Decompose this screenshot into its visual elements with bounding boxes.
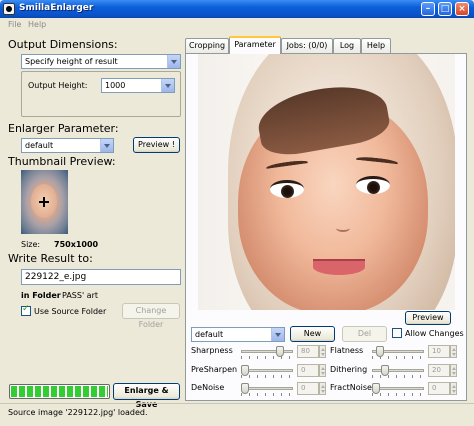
enlarger-preset-value: default: [25, 141, 54, 150]
flatness-label: Flatness: [330, 346, 364, 355]
size-label: Size:: [21, 240, 41, 249]
chevron-down-icon: [271, 328, 284, 341]
tab-cropping[interactable]: Cropping: [185, 38, 229, 53]
panel-preset-value: default: [195, 330, 224, 339]
fractnoise-slider-ticks: [372, 393, 424, 396]
chevron-down-icon: [100, 139, 113, 152]
sharpness-spin-arrows-icon[interactable]: [319, 345, 326, 358]
tab-help[interactable]: Help: [361, 38, 391, 53]
panel-preset-select[interactable]: default: [191, 327, 285, 342]
menu-help[interactable]: Help: [28, 20, 46, 29]
progress-fill: [11, 386, 108, 397]
presharpen-spin-arrows-icon[interactable]: [319, 364, 326, 377]
status-bar: Source image '229122.jpg' loaded.: [0, 403, 474, 426]
enlarge-save-button[interactable]: Enlarge & Save: [113, 383, 180, 409]
flatness-spinbox[interactable]: 10: [428, 345, 450, 358]
presharpen-spinbox[interactable]: 0: [297, 364, 319, 377]
output-height-value: 1000: [105, 81, 126, 90]
preview-image[interactable]: [198, 54, 455, 310]
dithering-slider-ticks: [372, 375, 424, 378]
fractnoise-spin-arrows-icon[interactable]: [450, 382, 457, 395]
denoise-spinbox[interactable]: 0: [297, 382, 319, 395]
allow-changes-label: Allow Changes: [405, 329, 464, 338]
status-text: Source image '229122.jpg' loaded.: [8, 408, 148, 417]
denoise-slider-ticks: [241, 393, 293, 396]
preview-eye-right: [356, 176, 390, 194]
dithering-slider-track[interactable]: [372, 369, 424, 372]
presharpen-slider-thumb[interactable]: [241, 365, 249, 376]
presharpen-slider-ticks: [241, 375, 293, 378]
change-folder-button[interactable]: Change Folder: [122, 303, 180, 329]
fractnoise-slider-thumb[interactable]: [372, 383, 380, 394]
size-value: 750x1000: [54, 240, 99, 249]
dimension-mode-value: Specify height of result: [25, 57, 118, 66]
sharpness-label: Sharpness: [191, 346, 233, 355]
write-result-heading: Write Result to:: [8, 252, 93, 265]
thumbnail-image[interactable]: [21, 170, 68, 234]
presharpen-label: PreSharpen: [191, 365, 238, 374]
crosshair-icon: [39, 197, 49, 207]
app-icon: [3, 3, 15, 15]
use-source-folder-checkbox[interactable]: [21, 304, 31, 316]
output-height-group: Output Height: 1000: [21, 71, 181, 117]
chevron-down-icon: [167, 55, 180, 68]
menu-file[interactable]: File: [8, 20, 21, 29]
output-height-spinbox[interactable]: 1000: [101, 78, 175, 93]
fractnoise-label: FractNoise: [330, 383, 372, 392]
tab-log[interactable]: Log: [333, 38, 361, 53]
sharpness-spinbox[interactable]: 80: [297, 345, 319, 358]
preview-button[interactable]: Preview !: [133, 137, 180, 153]
panel-preview-button[interactable]: Preview: [405, 311, 451, 325]
enlarger-preset-select[interactable]: default: [21, 138, 114, 153]
preview-nose: [336, 224, 350, 232]
denoise-slider-thumb[interactable]: [241, 383, 249, 394]
in-folder-label: in Folder: [21, 291, 61, 300]
maximize-button[interactable]: □: [438, 2, 452, 16]
sharpness-slider-ticks: [241, 356, 293, 359]
dithering-label: Dithering: [330, 365, 368, 374]
flatness-spin-arrows-icon[interactable]: [450, 345, 457, 358]
output-dimensions-heading: Output Dimensions:: [8, 38, 118, 51]
flatness-slider-thumb[interactable]: [376, 346, 384, 357]
spin-arrows-icon[interactable]: [161, 79, 174, 92]
thumbnail-preview-heading: Thumbnail Preview:: [8, 155, 116, 168]
close-button[interactable]: ×: [455, 2, 469, 16]
preview-eye-left: [270, 180, 304, 198]
preview-mouth: [313, 259, 365, 275]
minimize-button[interactable]: –: [421, 2, 435, 16]
dithering-slider-thumb[interactable]: [381, 365, 389, 376]
allow-changes-checkbox[interactable]: [392, 328, 402, 338]
sharpness-slider-track[interactable]: [241, 350, 293, 353]
fractnoise-spinbox[interactable]: 0: [428, 382, 450, 395]
dimension-mode-select[interactable]: Specify height of result: [21, 54, 181, 69]
enlarger-parameter-heading: Enlarger Parameter:: [8, 122, 119, 135]
denoise-label: DeNoise: [191, 383, 225, 392]
title-bar[interactable]: SmillaEnlarger – □ ×: [0, 0, 474, 18]
output-height-label: Output Height:: [28, 81, 88, 90]
output-filename-field[interactable]: 229122_e.jpg: [21, 269, 181, 285]
tab-jobs[interactable]: Jobs: (0/0): [281, 38, 333, 53]
tab-parameter[interactable]: Parameter: [229, 36, 281, 54]
folder-value: PASS' art: [62, 291, 99, 300]
window-title: SmillaEnlarger: [19, 3, 94, 13]
sharpness-slider-thumb[interactable]: [276, 346, 284, 357]
menu-bar: File Help: [0, 18, 474, 32]
progress-bar: [9, 384, 110, 399]
use-source-folder-label: Use Source Folder: [34, 307, 107, 316]
dithering-spin-arrows-icon[interactable]: [450, 364, 457, 377]
delete-preset-button[interactable]: Del: [342, 326, 387, 342]
denoise-spin-arrows-icon[interactable]: [319, 382, 326, 395]
new-preset-button[interactable]: New: [290, 326, 335, 342]
dithering-spinbox[interactable]: 20: [428, 364, 450, 377]
